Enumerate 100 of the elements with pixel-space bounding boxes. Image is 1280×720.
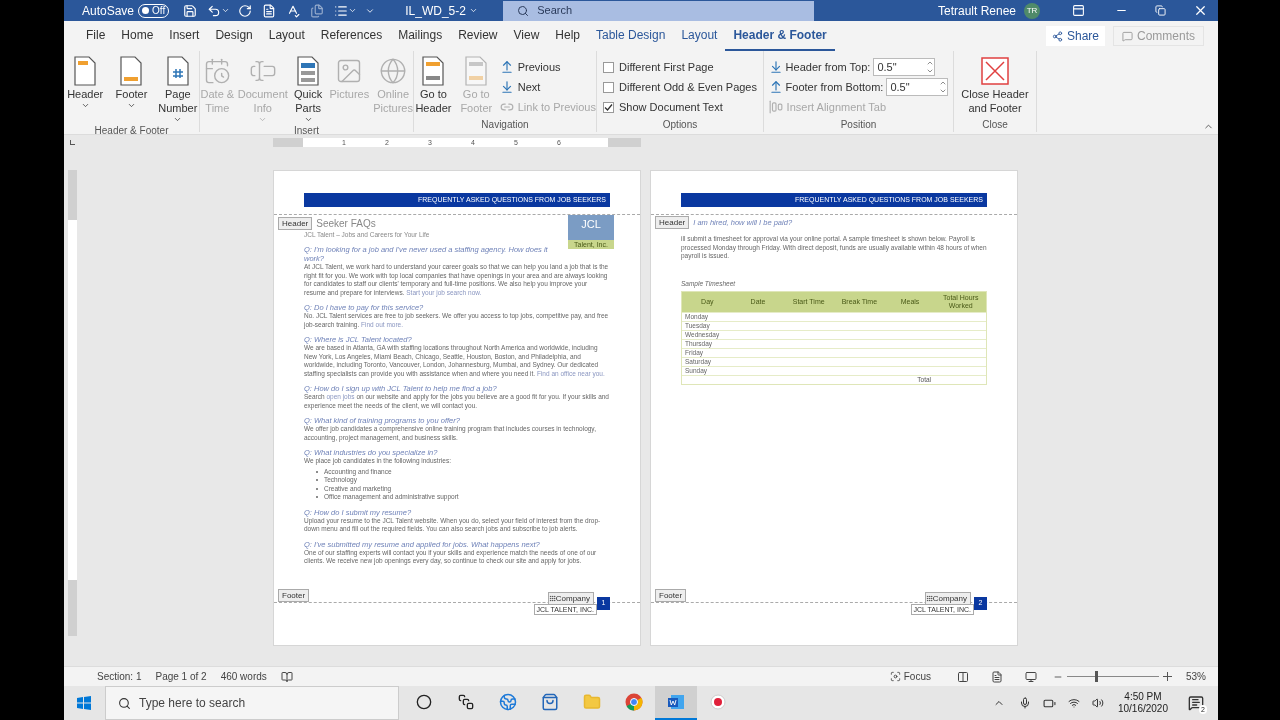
share-button[interactable]: Share (1045, 26, 1105, 46)
caret-icon (127, 101, 136, 110)
focus-icon (889, 671, 901, 682)
web-layout-icon[interactable] (1025, 670, 1037, 683)
caret-icon[interactable] (348, 6, 358, 15)
group-label: Navigation (480, 118, 530, 132)
ribbon-tab[interactable]: Review (450, 21, 506, 51)
link-icon (499, 100, 514, 114)
zoom-in-icon[interactable] (1163, 672, 1172, 681)
ribbon-tab[interactable]: Table Design (588, 21, 674, 51)
checkbox[interactable] (603, 81, 614, 93)
caret-icon (173, 115, 183, 124)
search-field[interactable]: Search (503, 0, 815, 21)
document-app-icon (667, 693, 685, 711)
comment-icon (1122, 30, 1133, 42)
browser-icon (499, 693, 517, 711)
footer-tag[interactable]: Footer (655, 589, 687, 602)
section-indicator[interactable]: Section: 1 (97, 669, 142, 684)
ribbon-tab[interactable]: Home (113, 21, 162, 51)
record-icon (710, 694, 726, 710)
word-count[interactable]: 460 words (220, 669, 267, 684)
arrow-icon (768, 80, 783, 94)
header-tag[interactable]: Header (278, 217, 313, 230)
focus-button[interactable]: Focus (889, 669, 931, 684)
taskbar-search[interactable]: Type here to search (105, 686, 399, 720)
user-avatar[interactable]: TR (1024, 2, 1040, 19)
bag-icon (541, 693, 559, 711)
restore-icon[interactable] (1155, 5, 1166, 16)
align-icon (768, 100, 783, 114)
clock-time[interactable]: 4:50 PM (1124, 691, 1162, 703)
browser-icon (625, 693, 643, 711)
spin-field[interactable]: 0.5" (873, 58, 936, 76)
share-icon (1051, 30, 1063, 42)
down-icon[interactable] (926, 67, 935, 75)
spelling-icon[interactable] (286, 3, 301, 18)
redo-icon[interactable] (238, 3, 253, 18)
footer-tag[interactable]: Footer (278, 589, 310, 602)
wifi-icon[interactable] (1067, 697, 1080, 709)
ribbon-button[interactable]: Header (64, 55, 107, 110)
undo-icon[interactable] (207, 3, 222, 18)
caret-icon[interactable] (221, 6, 231, 15)
ribbon-button[interactable]: Footer (110, 55, 153, 110)
page-indicator[interactable]: Page 1 of 2 (155, 669, 207, 684)
ribbon-button[interactable]: Page Number (156, 55, 199, 124)
company-tag[interactable]: Company (547, 592, 594, 605)
field-label: Footer from Bottom: (785, 79, 884, 95)
ribbon-tab[interactable]: Design (207, 21, 261, 51)
up-icon[interactable] (939, 79, 948, 87)
tab-stop-icon[interactable] (69, 140, 75, 145)
windows-icon[interactable] (77, 696, 91, 710)
page-icon (73, 56, 98, 86)
ribbon-display-icon[interactable] (1072, 4, 1085, 17)
ribbon-button[interactable]: Previous (499, 57, 596, 77)
checkbox-label: Show Document Text (619, 99, 723, 115)
checkbox[interactable] (603, 61, 614, 73)
ribbon-tab[interactable]: Layout (260, 21, 313, 51)
checkbox[interactable] (603, 101, 614, 113)
ribbon-tab[interactable]: Help (547, 21, 588, 51)
document-icon[interactable] (262, 3, 277, 18)
save-icon[interactable] (183, 3, 198, 18)
ribbon-tab[interactable]: Insert (161, 21, 208, 51)
spin-field[interactable]: 0.5" (886, 78, 949, 96)
company-tag[interactable]: Company (924, 592, 971, 605)
group-label: Insert (293, 124, 320, 138)
down-icon[interactable] (939, 87, 948, 95)
ribbon-button[interactable]: Go to Header (414, 55, 453, 115)
ribbon-button[interactable]: Next (499, 77, 596, 97)
caret-icon[interactable] (469, 6, 479, 15)
caret-icon (303, 115, 313, 124)
arrow-icon (768, 60, 783, 74)
field-label: Header from Top: (785, 59, 871, 75)
document-title: IL_WD_5-2 (405, 2, 467, 20)
clock-date[interactable]: 10/16/2020 (1117, 703, 1168, 715)
volume-icon[interactable] (1091, 697, 1104, 709)
ribbon-tab[interactable]: References (312, 21, 391, 51)
ribbon-button[interactable]: Close Header and Footer (956, 55, 1034, 115)
page-icon (421, 56, 446, 86)
read-mode-icon[interactable] (957, 670, 969, 683)
logo-text: JCL (581, 218, 601, 230)
zoom-thumb[interactable] (1094, 671, 1098, 682)
ribbon-tab[interactable]: View (505, 21, 548, 51)
checkbox-label: Different Odd & Even Pages (619, 79, 757, 95)
close-icon[interactable] (1193, 3, 1208, 18)
print-layout-icon[interactable] (991, 670, 1003, 683)
book-icon[interactable] (280, 670, 293, 683)
header-tag[interactable]: Header (655, 216, 690, 229)
list-icon[interactable] (334, 3, 349, 18)
microphone-icon[interactable] (1018, 697, 1031, 709)
up-icon[interactable] (926, 59, 935, 67)
ribbon-button[interactable]: Quick Parts (290, 55, 326, 124)
ribbon-tab[interactable]: Mailings (390, 21, 451, 51)
notification-icon[interactable] (1188, 695, 1204, 711)
zoom-level[interactable]: 53% (1186, 669, 1206, 684)
circle-icon (416, 694, 432, 710)
zoom-slider[interactable] (1067, 671, 1159, 682)
ribbon-tab[interactable]: File (78, 21, 114, 51)
ribbon-tab[interactable]: Layout (673, 21, 726, 51)
calendar-icon (203, 57, 232, 85)
task-view-icon (458, 694, 474, 710)
checkbox-label: Different First Page (619, 59, 714, 75)
